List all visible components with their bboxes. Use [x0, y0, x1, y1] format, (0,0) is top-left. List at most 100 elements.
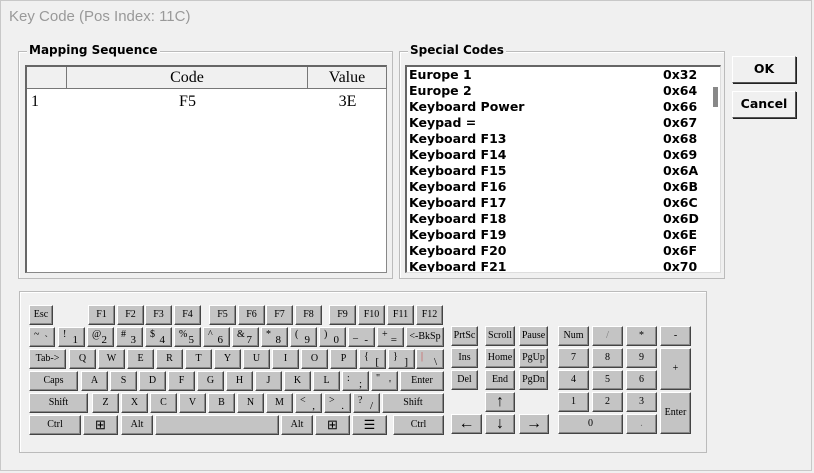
- key-y[interactable]: Y: [214, 349, 241, 369]
- key-t[interactable]: T: [185, 349, 212, 369]
- key--[interactable]: ↓: [485, 414, 515, 434]
- key-z[interactable]: Z: [92, 393, 119, 413]
- row-value[interactable]: 3E: [308, 93, 387, 111]
- key-caps[interactable]: Caps: [29, 371, 78, 391]
- key-f10[interactable]: F10: [358, 305, 385, 325]
- cancel-button[interactable]: Cancel: [732, 91, 796, 118]
- key-n[interactable]: N: [237, 393, 264, 413]
- key-home[interactable]: Home: [485, 348, 515, 368]
- key-8[interactable]: * 8: [261, 327, 288, 347]
- key-7[interactable]: & 7: [232, 327, 259, 347]
- key--bksp[interactable]: <-BkSp: [406, 327, 444, 347]
- key--[interactable]: →: [519, 414, 549, 434]
- key--[interactable]: ⊞: [315, 415, 350, 435]
- key-pgdn[interactable]: PgDn: [519, 370, 548, 390]
- key-4[interactable]: $4: [145, 327, 172, 347]
- key-1[interactable]: 1: [558, 392, 589, 412]
- key--[interactable]: <,: [295, 393, 322, 413]
- key-esc[interactable]: Esc: [29, 305, 53, 325]
- key--[interactable]: {[: [359, 349, 386, 369]
- special-code-item[interactable]: Keyboard F19 0x6E: [409, 227, 705, 243]
- key-0[interactable]: ) 0: [319, 327, 346, 347]
- row-code[interactable]: F5: [67, 93, 308, 111]
- key-pgup[interactable]: PgUp: [519, 348, 548, 368]
- key-8[interactable]: 8: [592, 348, 623, 368]
- key--[interactable]: }]: [388, 349, 415, 369]
- key--[interactable]: ↑: [485, 392, 515, 412]
- special-code-item[interactable]: Keyboard F14 0x69: [409, 147, 705, 163]
- key-f5[interactable]: F5: [209, 305, 236, 325]
- special-code-item[interactable]: Keyboard F13 0x68: [409, 131, 705, 147]
- key-1[interactable]: ! 1: [58, 327, 85, 347]
- key-k[interactable]: K: [284, 371, 311, 391]
- mapping-table[interactable]: Code Value 1 F5 3E: [25, 65, 387, 273]
- key-9[interactable]: (9: [290, 327, 317, 347]
- key-6[interactable]: 6: [626, 370, 657, 390]
- key-f11[interactable]: F11: [387, 305, 414, 325]
- key-shift[interactable]: Shift: [29, 393, 88, 413]
- key-v[interactable]: V: [179, 393, 206, 413]
- special-code-item[interactable]: Keyboard F20 0x6F: [409, 243, 705, 259]
- key--[interactable]: ~ `: [29, 327, 55, 347]
- key-a[interactable]: A: [81, 371, 108, 391]
- key-w[interactable]: W: [98, 349, 125, 369]
- key-2[interactable]: 2: [592, 392, 623, 412]
- key-tab-[interactable]: Tab->: [29, 349, 66, 369]
- key-5[interactable]: % 5: [174, 327, 201, 347]
- key-c[interactable]: C: [150, 393, 177, 413]
- key-f6[interactable]: F6: [238, 305, 265, 325]
- row-index[interactable]: 1: [31, 93, 39, 111]
- key--[interactable]: -: [660, 326, 691, 346]
- key-enter[interactable]: Enter: [660, 392, 691, 434]
- key--[interactable]: ? /: [353, 393, 380, 413]
- key--[interactable]: " ': [371, 371, 398, 391]
- key-d[interactable]: D: [139, 371, 166, 391]
- key-e[interactable]: E: [127, 349, 154, 369]
- scrollbar-thumb[interactable]: [713, 87, 718, 107]
- special-code-item[interactable]: Keyboard F21 0x70: [409, 259, 705, 272]
- key-q[interactable]: Q: [69, 349, 96, 369]
- key-7[interactable]: 7: [558, 348, 589, 368]
- key-f8[interactable]: F8: [295, 305, 322, 325]
- key--[interactable]: + =: [377, 327, 404, 347]
- key-f3[interactable]: F3: [145, 305, 172, 325]
- key--[interactable]: _ -: [348, 327, 375, 347]
- key-scroll[interactable]: Scroll: [485, 326, 515, 346]
- key--[interactable]: | \: [416, 349, 444, 369]
- key--[interactable]: ☰: [352, 415, 387, 435]
- special-code-item[interactable]: Keyboard F18 0x6D: [409, 211, 705, 227]
- key-b[interactable]: B: [208, 393, 235, 413]
- special-code-item[interactable]: Keyboard F15 0x6A: [409, 163, 705, 179]
- key-6[interactable]: ^ 6: [203, 327, 230, 347]
- key--[interactable]: ⊞: [83, 415, 118, 435]
- key-4[interactable]: 4: [558, 370, 589, 390]
- special-code-item[interactable]: Europe 1 0x32: [409, 67, 705, 83]
- key-x[interactable]: X: [121, 393, 148, 413]
- key-num[interactable]: Num: [558, 326, 589, 346]
- key-9[interactable]: 9: [626, 348, 657, 368]
- key-shift[interactable]: Shift: [382, 393, 444, 413]
- key-u[interactable]: U: [243, 349, 270, 369]
- special-code-item[interactable]: Keyboard Power 0x66: [409, 99, 705, 115]
- key-f12[interactable]: F12: [416, 305, 443, 325]
- key-f7[interactable]: F7: [266, 305, 293, 325]
- key-s[interactable]: S: [110, 371, 137, 391]
- key-f[interactable]: F: [168, 371, 195, 391]
- key-alt[interactable]: Alt: [281, 415, 313, 435]
- key--[interactable]: >.: [324, 393, 351, 413]
- key-end[interactable]: End: [485, 370, 515, 390]
- key-l[interactable]: L: [313, 371, 340, 391]
- key-5[interactable]: 5: [592, 370, 623, 390]
- key-del[interactable]: Del: [451, 370, 478, 390]
- key-g[interactable]: G: [197, 371, 224, 391]
- key--[interactable]: +: [660, 348, 691, 390]
- special-codes-list[interactable]: Europe 1 0x32 Europe 2 0x64 Keyboard Power 0x…: [405, 65, 721, 273]
- key-ctrl[interactable]: Ctrl: [29, 415, 81, 435]
- key-f4[interactable]: F4: [174, 305, 201, 325]
- header-index[interactable]: [27, 67, 67, 89]
- ok-button[interactable]: OK: [732, 56, 796, 83]
- key--[interactable]: *: [626, 326, 657, 346]
- key-3[interactable]: #3: [116, 327, 143, 347]
- key-2[interactable]: @2: [87, 327, 114, 347]
- key--[interactable]: :;: [342, 371, 369, 391]
